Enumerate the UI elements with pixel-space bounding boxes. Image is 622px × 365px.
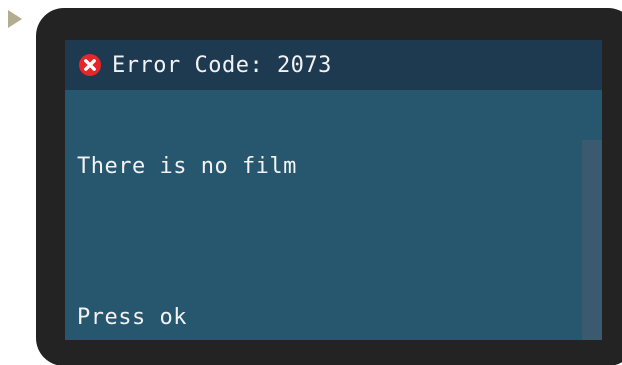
dialog-title: Error Code: 2073 [112, 52, 332, 78]
dialog-title-bar: Error Code: 2073 [65, 40, 602, 90]
scrollbar[interactable] [582, 140, 602, 340]
error-message: There is no film [77, 154, 297, 179]
play-triangle-icon [8, 10, 22, 28]
stage: Error Code: 2073 There is no film Press … [0, 0, 622, 365]
press-ok-prompt: Press ok [77, 305, 187, 330]
error-dialog: Error Code: 2073 There is no film Press … [65, 40, 602, 340]
error-x-icon [79, 54, 101, 76]
